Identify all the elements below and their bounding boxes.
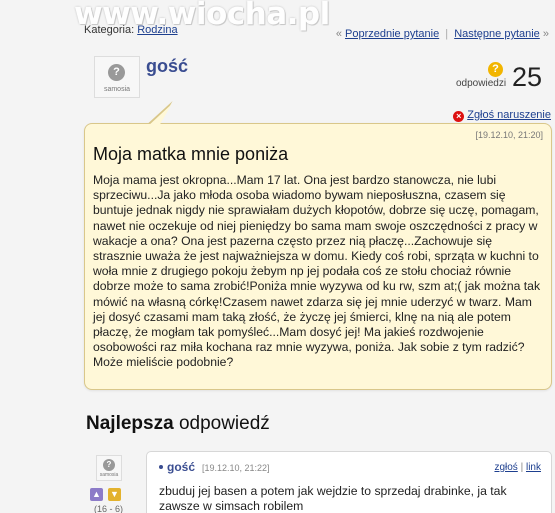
prev-question-link[interactable]: Poprzednie pytanie <box>345 28 439 40</box>
answer-avatar[interactable]: ? samosia <box>96 455 122 481</box>
answer-date: [19.12.10, 21:22] <box>202 463 270 473</box>
avatar-label: samosia <box>99 472 119 478</box>
question-date: [19.12.10, 21:20] <box>475 130 543 140</box>
answer-report-link[interactable]: zgłoś <box>494 462 517 473</box>
answer-author[interactable]: gość <box>167 460 195 474</box>
question-mark-icon: ? <box>108 64 125 81</box>
nav-arrow-right: » <box>542 28 549 40</box>
report-violation[interactable]: × Zgłoś naruszenie <box>453 109 551 122</box>
nav-arrow-left: « <box>335 28 342 40</box>
watermark: www.wiocha.pl <box>74 0 330 32</box>
close-icon: × <box>453 111 465 122</box>
question-mark-icon: ? <box>103 459 115 471</box>
answer-links: zgłoś | link <box>494 462 541 473</box>
links-separator: | <box>520 462 524 473</box>
best-answer-heading-rest: odpowiedź <box>178 413 270 434</box>
answers-count: 25 <box>512 62 543 92</box>
bullet-icon <box>159 465 163 469</box>
vote-count: (16 - 6) <box>94 504 124 513</box>
thumbs-down-icon[interactable]: ▼ <box>108 488 121 501</box>
answer-permalink[interactable]: link <box>526 462 541 473</box>
question-mark-icon: ? <box>488 62 503 77</box>
best-answer-heading-bold: Najlepsza <box>86 413 174 434</box>
nav-separator: | <box>445 28 449 40</box>
question-title: Moja matka mnie poniża <box>93 144 289 164</box>
report-link[interactable]: Zgłoś naruszenie <box>467 109 551 121</box>
question-author[interactable]: gość <box>146 56 188 77</box>
thumbs-up-icon[interactable]: ▲ <box>90 488 103 501</box>
avatar-label: samosia <box>103 86 131 93</box>
next-question-link[interactable]: Następne pytanie <box>454 28 540 40</box>
answers-label: odpowiedzi <box>456 78 507 89</box>
vote-box: ▲ ▼ (16 - 6) <box>90 488 130 513</box>
question-body: Moja mama jest okropna...Mam 17 lat. Ona… <box>93 173 541 370</box>
answer-box: gość [19.12.10, 21:22] zgłoś | link zbud… <box>146 451 552 513</box>
question-bubble: [19.12.10, 21:20] Moja matka mnie poniża… <box>84 123 552 390</box>
answer-text: zbuduj jej basen a potem jak wejdzie to … <box>159 484 507 513</box>
question-nav: « Poprzednie pytanie | Następne pytanie … <box>336 28 549 40</box>
best-answer-heading: Najlepsza odpowiedź <box>86 413 270 435</box>
question-avatar[interactable]: ? samosia <box>94 56 140 98</box>
answers-counter: ? odpowiedzi 25 <box>456 62 546 96</box>
